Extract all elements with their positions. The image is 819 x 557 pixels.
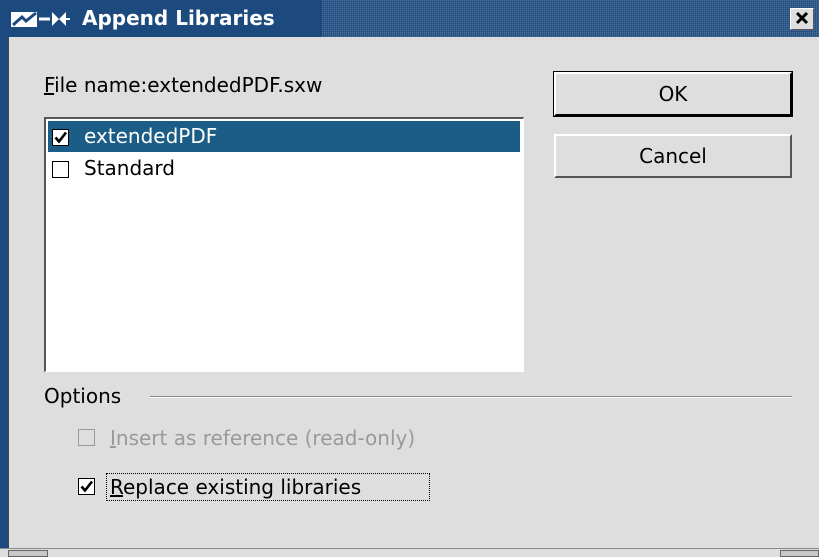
app-icon[interactable] xyxy=(10,8,70,30)
options-divider xyxy=(150,396,792,398)
cancel-button[interactable]: Cancel xyxy=(554,134,792,178)
list-item-checkbox[interactable] xyxy=(52,161,69,178)
window-border-bottom xyxy=(0,548,819,557)
list-item-label: extendedPDF xyxy=(84,124,218,148)
replace-label-text: eplace existing libraries xyxy=(123,475,362,499)
resize-handle-left[interactable] xyxy=(8,550,48,557)
window-border-left-inner xyxy=(8,37,9,557)
insert-label-text: nsert as reference (read-only) xyxy=(115,426,416,450)
library-listbox[interactable]: extendedPDF Standard xyxy=(44,117,524,372)
window-border-left xyxy=(0,37,8,557)
replace-existing-checkbox[interactable] xyxy=(78,478,95,495)
replace-existing-label: Replace existing libraries xyxy=(110,472,361,502)
close-button[interactable] xyxy=(790,8,814,30)
ok-button[interactable]: OK xyxy=(553,71,793,117)
list-item-label: Standard xyxy=(84,156,175,180)
list-item[interactable]: extendedPDF xyxy=(48,121,520,152)
list-item-checkbox[interactable] xyxy=(52,129,69,146)
file-label-text: ile name:extendedPDF.sxw xyxy=(54,73,323,97)
replace-mnemonic: R xyxy=(110,475,123,499)
insert-as-reference-checkbox[interactable] xyxy=(78,429,95,446)
file-label-mnemonic: F xyxy=(44,73,55,97)
resize-handle-right[interactable] xyxy=(780,550,819,557)
list-item[interactable]: Standard xyxy=(48,153,520,184)
window-title: Append Libraries xyxy=(82,6,275,30)
title-bar[interactable]: Append Libraries xyxy=(0,0,819,37)
options-group-label: Options xyxy=(44,384,122,408)
file-name-label: File name:extendedPDF.sxw xyxy=(44,72,322,98)
close-icon xyxy=(795,10,809,29)
insert-as-reference-label: Insert as reference (read-only) xyxy=(110,423,415,453)
